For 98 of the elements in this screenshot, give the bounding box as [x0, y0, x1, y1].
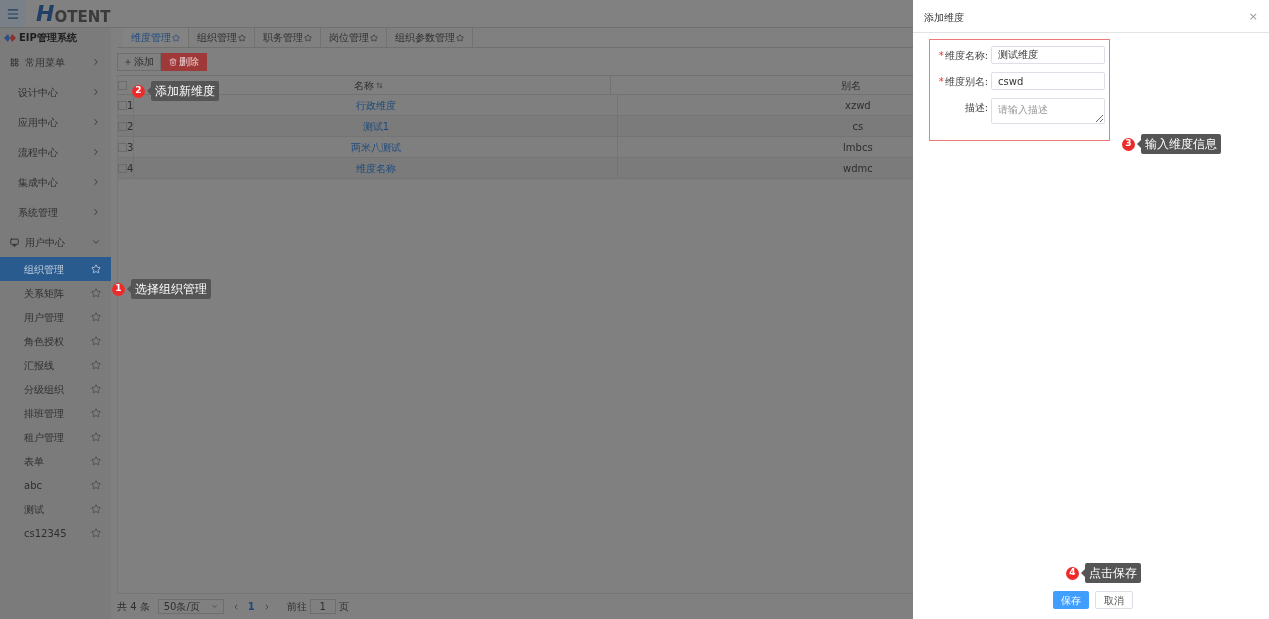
submenu-item[interactable]: 表单: [0, 449, 111, 473]
chevron-right-icon: [91, 147, 101, 157]
submenu-item[interactable]: 关系矩阵: [0, 281, 111, 305]
name-link[interactable]: 维度名称: [355, 160, 396, 176]
field-label: 维度别名:: [944, 74, 988, 89]
star-icon[interactable]: [91, 480, 101, 490]
sidebar-item[interactable]: 系统管理: [0, 197, 111, 227]
row-number: 1: [127, 98, 134, 113]
star-icon[interactable]: [91, 504, 101, 514]
field-label: 维度名称:: [944, 48, 988, 63]
star-icon[interactable]: [91, 360, 101, 370]
tab[interactable]: 组织管理: [189, 28, 255, 47]
submenu-item[interactable]: 用户管理: [0, 305, 111, 329]
description-field[interactable]: 请输入描述: [991, 98, 1105, 124]
star-icon[interactable]: [91, 384, 101, 394]
goto-page-field[interactable]: 1: [309, 599, 336, 614]
tab[interactable]: 组织参数管理: [387, 28, 473, 47]
name-link[interactable]: 测试1: [362, 118, 390, 134]
hint-tooltip: 添加新维度: [151, 81, 219, 101]
chevron-right-icon: [91, 87, 101, 97]
star-icon[interactable]: [172, 33, 180, 42]
sidebar-item[interactable]: 设计中心: [0, 77, 111, 107]
page-number[interactable]: 1: [247, 599, 255, 614]
submenu-item[interactable]: 排班管理: [0, 401, 111, 425]
sidebar-item[interactable]: 用户中心: [0, 227, 111, 257]
row-number: 2: [127, 119, 134, 134]
monitor-icon: [10, 237, 19, 247]
submenu-item[interactable]: cs12345: [0, 521, 111, 545]
sidebar-item[interactable]: 集成中心: [0, 167, 111, 197]
total-count: 共 4 条: [117, 600, 150, 614]
save-button[interactable]: 保存: [1053, 591, 1089, 609]
star-icon[interactable]: [91, 336, 101, 346]
drawer-title: 添加维度: [924, 10, 964, 25]
star-icon[interactable]: [91, 456, 101, 466]
star-icon[interactable]: [91, 432, 101, 442]
star-icon[interactable]: [91, 528, 101, 538]
plus-icon: [124, 57, 132, 66]
chevron-right-icon: [91, 177, 101, 187]
row-number: 3: [127, 140, 134, 155]
page-unit: 页: [338, 600, 349, 614]
star-icon[interactable]: [91, 312, 101, 322]
submenu-item[interactable]: 分级组织: [0, 377, 111, 401]
alias-cell-text: cs: [852, 119, 864, 134]
system-title: EIP管理系统: [19, 31, 77, 45]
alias-cell-text: xzwd: [845, 98, 871, 113]
step-badge: 1: [112, 282, 125, 296]
star-icon[interactable]: [238, 33, 246, 42]
tab[interactable]: 岗位管理: [321, 28, 387, 47]
sort-icon: [376, 81, 383, 89]
add-button[interactable]: 添加: [117, 52, 161, 71]
delete-button[interactable]: 删除: [161, 52, 207, 71]
hint-tooltip: 点击保存: [1085, 563, 1141, 583]
diamond-logo-icon: [4, 33, 16, 42]
chevron-right-icon: [91, 57, 101, 67]
table-row[interactable]: 2 测试1 cs: [118, 116, 913, 137]
star-icon[interactable]: [304, 33, 312, 42]
required-mark: *: [938, 74, 944, 89]
page-size-select[interactable]: 50条/页: [157, 599, 224, 614]
chevron-right-icon: [91, 207, 101, 217]
hint-tooltip: 输入维度信息: [1141, 134, 1221, 154]
submenu-item[interactable]: 测试: [0, 497, 111, 521]
star-icon[interactable]: [370, 33, 378, 42]
chevron-down-icon: [91, 237, 101, 247]
input-field[interactable]: 测试维度: [991, 46, 1105, 64]
submenu-item[interactable]: 租户管理: [0, 425, 111, 449]
table-row[interactable]: 4 维度名称 wdmc: [118, 158, 913, 179]
close-button[interactable]: ×: [1248, 8, 1258, 26]
field-label: 描述:: [964, 100, 988, 115]
column-header[interactable]: 名称: [354, 77, 383, 93]
cancel-button[interactable]: 取消: [1095, 591, 1133, 609]
name-link[interactable]: 两米八测试: [350, 139, 401, 155]
submenu-item[interactable]: abc: [0, 473, 111, 497]
submenu-item[interactable]: 组织管理: [0, 257, 111, 281]
input-field[interactable]: cswd: [991, 72, 1105, 90]
table-row[interactable]: 3 两米八测试 lmbcs: [118, 137, 913, 158]
star-icon[interactable]: [91, 288, 101, 298]
grid-icon: [10, 57, 19, 67]
column-header: 别名: [840, 78, 861, 93]
required-mark: *: [938, 48, 944, 63]
sidebar-item[interactable]: 应用中心: [0, 107, 111, 137]
tab[interactable]: 职务管理: [255, 28, 321, 47]
alias-cell-text: lmbcs: [843, 140, 873, 155]
submenu-item[interactable]: 汇报线: [0, 353, 111, 377]
menu-icon[interactable]: [6, 6, 20, 21]
chevron-down-icon: [210, 603, 218, 610]
trash-icon: [169, 57, 177, 66]
chevron-right-icon: [91, 117, 101, 127]
name-link[interactable]: 行政维度: [355, 97, 396, 113]
logo: HOTENT: [36, 2, 111, 25]
sidebar-item[interactable]: 常用菜单: [0, 47, 111, 77]
star-icon[interactable]: [456, 33, 464, 42]
sidebar-item[interactable]: 流程中心: [0, 137, 111, 167]
goto-label: 前往: [286, 600, 307, 614]
alias-cell-text: wdmc: [843, 161, 873, 176]
row-number: 4: [127, 161, 134, 176]
hint-tooltip: 选择组织管理: [131, 279, 211, 299]
submenu-item[interactable]: 角色授权: [0, 329, 111, 353]
star-icon[interactable]: [91, 408, 101, 418]
